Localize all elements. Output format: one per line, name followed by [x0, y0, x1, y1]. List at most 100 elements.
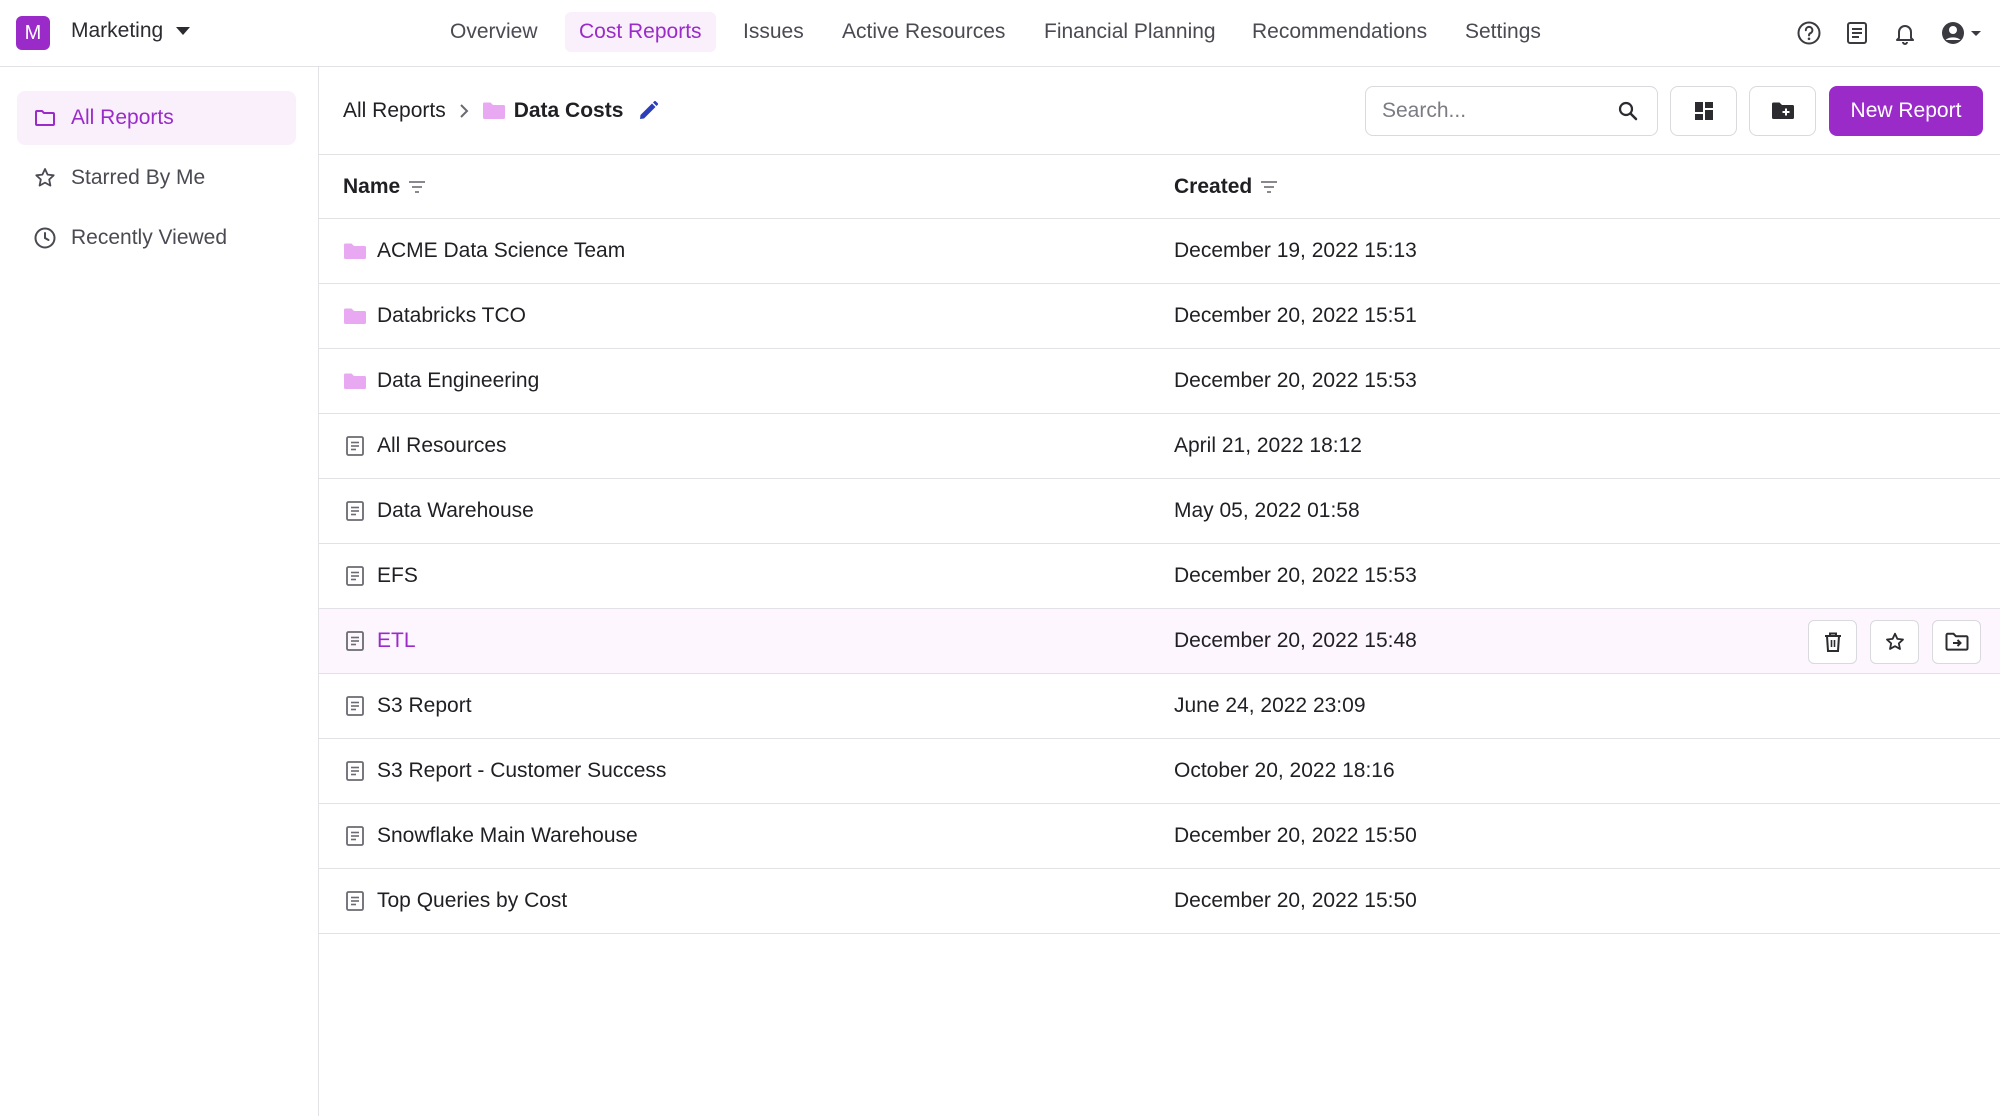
- cell-name[interactable]: EFS: [343, 544, 418, 608]
- report-icon: [346, 566, 364, 586]
- column-label: Name: [343, 174, 401, 198]
- row-name[interactable]: ETL: [377, 629, 416, 653]
- row-actions: [1808, 620, 1994, 664]
- filter-icon[interactable]: [408, 180, 426, 194]
- table-row[interactable]: S3 Report - Customer Success October 20, …: [319, 739, 2000, 804]
- cell-created: December 20, 2022 15:53: [1174, 564, 1417, 587]
- filter-icon[interactable]: [1260, 180, 1278, 194]
- trash-icon: [1824, 632, 1841, 652]
- row-name[interactable]: Data Warehouse: [377, 499, 534, 523]
- table-row[interactable]: EFS December 20, 2022 15:53: [319, 544, 2000, 609]
- report-icon: [346, 761, 364, 781]
- nav-overview[interactable]: Overview: [436, 12, 552, 52]
- row-name[interactable]: Databricks TCO: [377, 304, 526, 328]
- cell-name[interactable]: S3 Report: [343, 674, 472, 738]
- sidebar-item-all-reports[interactable]: All Reports: [17, 91, 296, 145]
- move-button[interactable]: [1932, 620, 1981, 664]
- new-folder-button[interactable]: [1749, 86, 1816, 136]
- cell-name[interactable]: ACME Data Science Team: [343, 219, 625, 283]
- cell-created: December 20, 2022 15:48: [1174, 629, 1417, 652]
- breadcrumb: All Reports Data Costs: [343, 67, 659, 155]
- table-row[interactable]: Data Engineering December 20, 2022 15:53: [319, 349, 2000, 414]
- table-row[interactable]: Top Queries by Cost December 20, 2022 15:…: [319, 869, 2000, 934]
- cell-created: October 20, 2022 18:16: [1174, 759, 1395, 782]
- clock-icon: [34, 227, 56, 249]
- cell-created: December 20, 2022 15:53: [1174, 369, 1417, 392]
- star-icon: [1885, 632, 1904, 650]
- column-header-name[interactable]: Name: [343, 155, 426, 218]
- cell-name[interactable]: All Resources: [343, 414, 507, 478]
- table-row[interactable]: Snowflake Main Warehouse December 20, 202…: [319, 804, 2000, 869]
- cell-created: December 20, 2022 15:50: [1174, 824, 1417, 847]
- report-icon: [346, 891, 364, 911]
- new-report-button[interactable]: New Report: [1829, 86, 1983, 136]
- report-icon: [346, 826, 364, 846]
- table-row[interactable]: All Resources April 21, 2022 18:12: [319, 414, 2000, 479]
- docs-icon[interactable]: [1843, 19, 1871, 47]
- caret-down-icon[interactable]: [175, 26, 191, 36]
- folder-icon: [344, 373, 366, 389]
- account-icon[interactable]: [1939, 19, 1983, 47]
- sidebar-item-label: All Reports: [71, 106, 174, 129]
- table-row[interactable]: ACME Data Science Team December 19, 2022 …: [319, 219, 2000, 284]
- column-header-created[interactable]: Created: [1174, 155, 1278, 218]
- sidebar-item-label: Starred By Me: [71, 166, 206, 189]
- sidebar-item-recent[interactable]: Recently Viewed: [17, 211, 296, 265]
- search-input[interactable]: [1382, 97, 1602, 125]
- top-bar: M Marketing Overview Cost Reports Issues…: [0, 0, 2000, 67]
- pencil-icon[interactable]: [637, 100, 659, 122]
- view-toggle-button[interactable]: [1670, 86, 1737, 136]
- report-icon: [346, 436, 364, 456]
- folder-icon: [344, 243, 366, 259]
- workspace-name[interactable]: Marketing: [71, 19, 163, 43]
- cell-created: December 20, 2022 15:51: [1174, 304, 1417, 327]
- nav-cost-reports[interactable]: Cost Reports: [565, 12, 716, 52]
- bell-icon[interactable]: [1891, 19, 1919, 47]
- cell-name[interactable]: Data Engineering: [343, 349, 539, 413]
- row-name[interactable]: EFS: [377, 564, 418, 588]
- move-folder-icon: [1945, 632, 1968, 651]
- search-box: [1365, 86, 1658, 136]
- nav-financial-planning[interactable]: Financial Planning: [1030, 12, 1230, 52]
- sidebar-item-starred[interactable]: Starred By Me: [17, 151, 296, 205]
- breadcrumb-current: Data Costs: [513, 99, 624, 122]
- nav-recommendations[interactable]: Recommendations: [1238, 12, 1441, 52]
- sidebar: All Reports Starred By Me Recently Viewe…: [0, 67, 319, 1116]
- folder-icon: [344, 308, 366, 324]
- table-body: ACME Data Science Team December 19, 2022 …: [319, 219, 2000, 934]
- cell-name[interactable]: S3 Report - Customer Success: [343, 739, 666, 803]
- table-row[interactable]: Databricks TCO December 20, 2022 15:51: [319, 284, 2000, 349]
- row-name[interactable]: Snowflake Main Warehouse: [377, 824, 638, 848]
- column-label: Created: [1174, 174, 1253, 198]
- nav-settings[interactable]: Settings: [1451, 12, 1555, 52]
- table-row[interactable]: S3 Report June 24, 2022 23:09: [319, 674, 2000, 739]
- create-folder-icon: [1771, 102, 1794, 119]
- cell-name[interactable]: Snowflake Main Warehouse: [343, 804, 638, 868]
- nav-issues[interactable]: Issues: [729, 12, 818, 52]
- table-row[interactable]: Data Warehouse May 05, 2022 01:58: [319, 479, 2000, 544]
- cell-name[interactable]: Databricks TCO: [343, 284, 526, 348]
- row-name[interactable]: Top Queries by Cost: [377, 889, 567, 913]
- row-name[interactable]: S3 Report: [377, 694, 472, 718]
- report-icon: [346, 501, 364, 521]
- workspace-avatar[interactable]: M: [16, 16, 50, 50]
- row-name[interactable]: Data Engineering: [377, 369, 539, 393]
- table-header: Name Created: [319, 154, 2000, 219]
- reports-table: Name Created ACME Data Science Team Decem…: [319, 154, 2000, 934]
- cell-name[interactable]: ETL: [343, 609, 416, 673]
- row-name[interactable]: All Resources: [377, 434, 507, 458]
- delete-button[interactable]: [1808, 620, 1857, 664]
- row-name[interactable]: ACME Data Science Team: [377, 239, 625, 263]
- cell-created: December 20, 2022 15:50: [1174, 889, 1417, 912]
- nav-active-resources[interactable]: Active Resources: [828, 12, 1019, 52]
- folder-icon: [482, 102, 505, 119]
- table-row[interactable]: ETL December 20, 2022 15:48: [319, 609, 2000, 674]
- breadcrumb-root[interactable]: All Reports: [343, 99, 446, 123]
- cell-name[interactable]: Data Warehouse: [343, 479, 534, 543]
- cell-name[interactable]: Top Queries by Cost: [343, 869, 567, 933]
- help-icon[interactable]: [1795, 19, 1823, 47]
- dashboard-icon: [1694, 102, 1713, 120]
- star-button[interactable]: [1870, 620, 1919, 664]
- row-name[interactable]: S3 Report - Customer Success: [377, 759, 666, 783]
- search-icon[interactable]: [1617, 100, 1639, 122]
